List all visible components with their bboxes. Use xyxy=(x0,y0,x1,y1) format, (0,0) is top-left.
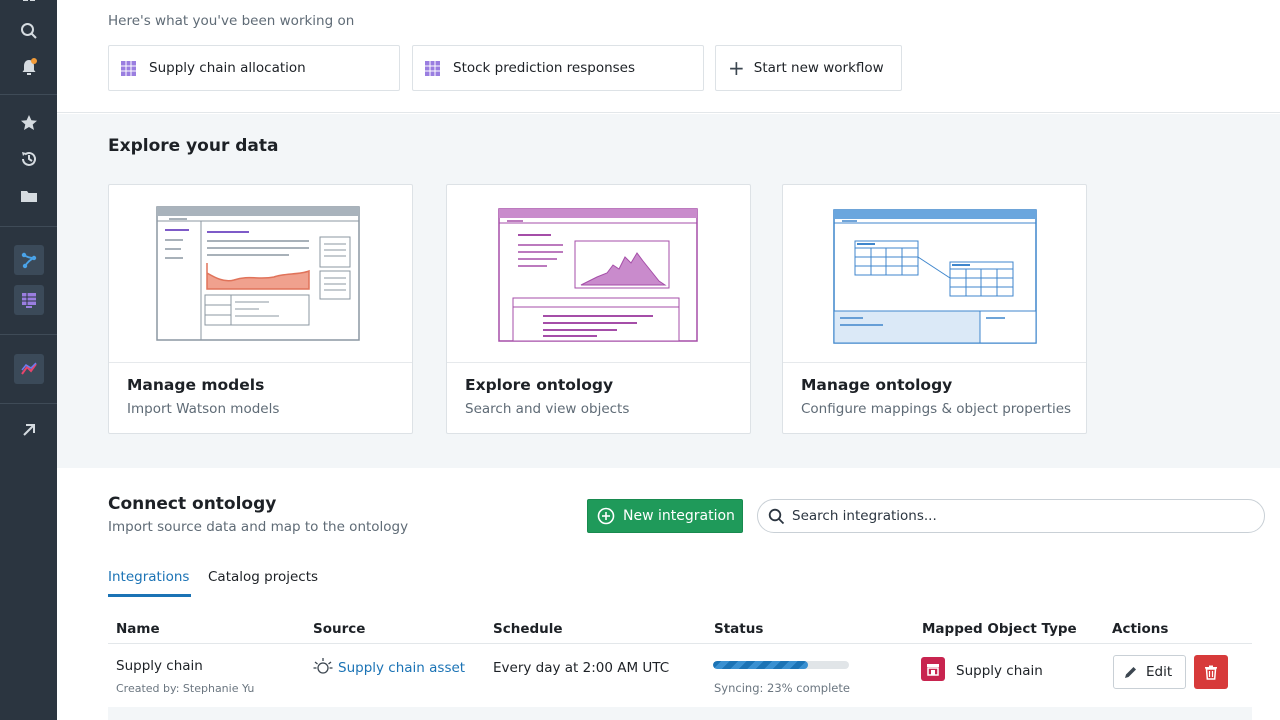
search-icon xyxy=(768,508,785,524)
recent-item-label: Stock prediction responses xyxy=(453,60,636,76)
delete-button[interactable] xyxy=(1194,655,1228,689)
active-tab-indicator xyxy=(108,594,191,597)
search-integrations-box[interactable] xyxy=(757,499,1265,533)
sidebar-divider xyxy=(0,226,57,227)
grid-icon xyxy=(425,60,440,76)
column-header-source[interactable]: Source xyxy=(313,621,365,637)
star-icon[interactable] xyxy=(14,108,44,138)
source-asset-link[interactable]: Supply chain asset xyxy=(338,660,465,676)
new-integration-button[interactable]: New integration xyxy=(587,499,743,533)
asset-icon xyxy=(313,658,333,674)
analytics-icon[interactable] xyxy=(14,354,44,384)
column-header-actions: Actions xyxy=(1112,621,1169,637)
pencil-icon xyxy=(1125,666,1136,678)
main-content: Here's what you've been working on Suppl… xyxy=(57,0,1280,720)
plus-icon: + xyxy=(728,56,745,80)
column-header-status[interactable]: Status xyxy=(714,621,763,637)
plus-circle-icon xyxy=(597,507,615,525)
sync-progress-fill xyxy=(713,661,809,669)
card-title: Manage ontology xyxy=(801,376,953,394)
explore-ontology-card[interactable]: Explore ontology Search and view objects xyxy=(446,184,751,434)
sync-status-text: Syncing: 23% complete xyxy=(714,681,850,695)
card-subtitle: Search and view objects xyxy=(465,401,630,417)
search-icon[interactable] xyxy=(14,16,44,46)
sidebar xyxy=(0,0,57,720)
card-title: Manage models xyxy=(127,376,265,394)
sidebar-divider xyxy=(0,403,57,404)
connect-ontology-section: Connect ontology Import source data and … xyxy=(57,468,1280,720)
sync-progress-bar xyxy=(713,661,849,669)
edit-label: Edit xyxy=(1146,664,1173,680)
recent-item-supply-chain-allocation[interactable]: Supply chain allocation xyxy=(108,45,400,91)
connect-section-subtitle: Import source data and map to the ontolo… xyxy=(108,519,409,535)
explore-section-title: Explore your data xyxy=(108,136,279,156)
tab-integrations[interactable]: Integrations xyxy=(108,569,189,585)
explore-data-section: Explore your data Manage models Import W… xyxy=(57,114,1280,468)
folder-icon[interactable] xyxy=(14,181,44,211)
models-illustration xyxy=(109,185,412,363)
schedule-value: Every day at 2:00 AM UTC xyxy=(493,660,670,676)
new-integration-label: New integration xyxy=(623,508,735,524)
recent-item-label: Start new workflow xyxy=(753,60,884,76)
search-integrations-input[interactable] xyxy=(792,508,1232,524)
tab-catalog-projects[interactable]: Catalog projects xyxy=(208,569,318,585)
history-icon[interactable] xyxy=(14,144,44,174)
ontology-search-illustration xyxy=(447,185,750,363)
table-header: Name Source Schedule Status Mapped Objec… xyxy=(108,614,1252,644)
sidebar-divider xyxy=(0,334,57,335)
recent-work-section: Here's what you've been working on Suppl… xyxy=(57,0,1280,113)
integration-name[interactable]: Supply chain xyxy=(116,658,203,674)
card-subtitle: Configure mappings & object properties xyxy=(801,401,1072,417)
store-icon xyxy=(921,657,945,681)
grid-icon xyxy=(121,60,136,76)
recent-work-heading: Here's what you've been working on xyxy=(108,13,355,29)
manage-ontology-card[interactable]: Manage ontology Configure mappings & obj… xyxy=(782,184,1087,434)
card-title: Explore ontology xyxy=(465,376,614,394)
branch-icon[interactable] xyxy=(14,245,44,275)
edit-button[interactable]: Edit xyxy=(1113,655,1186,689)
column-header-name[interactable]: Name xyxy=(116,621,160,637)
manage-models-card[interactable]: Manage models Import Watson models xyxy=(108,184,413,434)
notification-bell-icon[interactable] xyxy=(14,52,44,82)
recent-item-label: Supply chain allocation xyxy=(149,60,306,76)
recent-item-stock-prediction-responses[interactable]: Stock prediction responses xyxy=(412,45,704,91)
external-link-icon[interactable] xyxy=(14,415,44,445)
trash-icon xyxy=(1205,665,1217,680)
table-row[interactable] xyxy=(108,707,1252,720)
grid-app-icon[interactable] xyxy=(14,285,44,315)
table-row[interactable]: Supply chain Created by: Stephanie Yu Su… xyxy=(108,645,1252,707)
mapped-object-type[interactable]: Supply chain xyxy=(956,663,1043,679)
start-new-workflow-button[interactable]: + Start new workflow xyxy=(715,45,902,91)
column-header-schedule[interactable]: Schedule xyxy=(493,621,563,637)
sidebar-divider xyxy=(0,94,57,95)
column-header-mapped-object-type[interactable]: Mapped Object Type xyxy=(922,621,1077,637)
ontology-mapping-illustration xyxy=(783,185,1086,363)
card-subtitle: Import Watson models xyxy=(127,401,280,417)
integration-created-by: Created by: Stephanie Yu xyxy=(116,682,255,695)
connect-section-title: Connect ontology xyxy=(108,494,277,514)
